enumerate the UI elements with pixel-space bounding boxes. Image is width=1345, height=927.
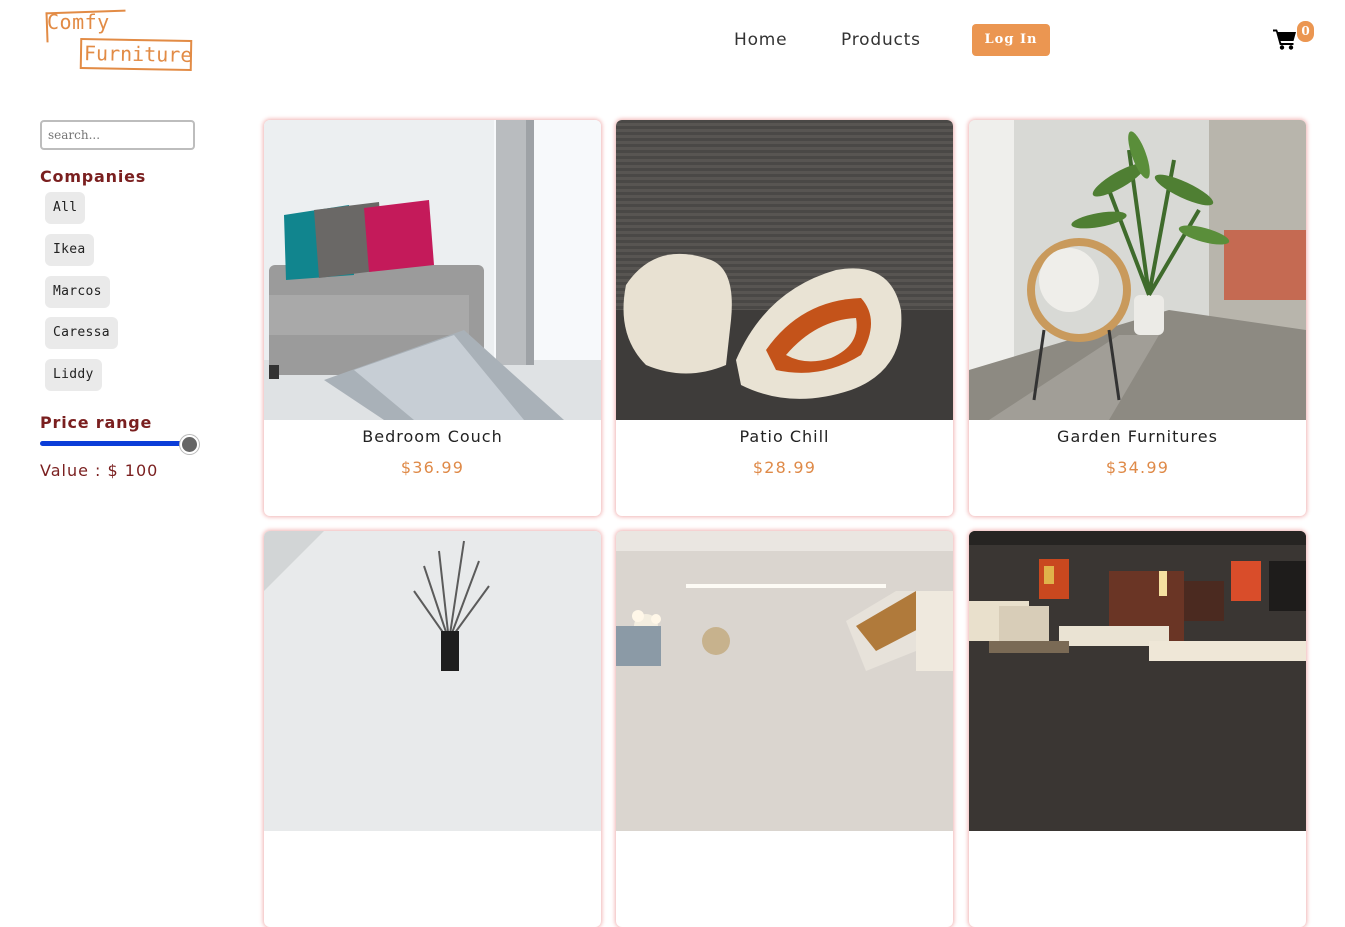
- logo-line-1: Comfy: [47, 10, 110, 34]
- logo-line-2: Furniture: [79, 38, 193, 71]
- product-card[interactable]: [264, 531, 601, 927]
- product-card[interactable]: Garden Furnitures $34.99: [969, 120, 1306, 516]
- price-range-heading: Price range: [40, 413, 153, 432]
- login-button[interactable]: Log In: [972, 24, 1050, 56]
- companies-heading: Companies: [40, 167, 147, 186]
- company-filter-ikea[interactable]: Ikea: [45, 234, 94, 266]
- company-filter-marcos[interactable]: Marcos: [45, 276, 110, 308]
- cart-button[interactable]: 0: [1273, 20, 1317, 54]
- search-input[interactable]: [40, 120, 195, 150]
- product-price: $34.99: [1105, 458, 1170, 477]
- product-image[interactable]: [969, 531, 1306, 831]
- company-filter-all[interactable]: All: [45, 192, 86, 224]
- product-card[interactable]: [969, 531, 1306, 927]
- slider-track: [40, 441, 190, 446]
- product-image[interactable]: [264, 120, 601, 420]
- company-filter-liddy[interactable]: Liddy: [45, 359, 102, 391]
- product-card[interactable]: Bedroom Couch $36.99: [264, 120, 601, 516]
- price-range-slider[interactable]: [40, 435, 200, 454]
- product-image[interactable]: [969, 120, 1306, 420]
- cart-icon: [1273, 29, 1296, 50]
- product-image[interactable]: [264, 531, 601, 831]
- product-price: $28.99: [752, 458, 817, 477]
- product-image[interactable]: [616, 120, 953, 420]
- navbar: Comfy Furniture Home Products Log In 0: [0, 0, 1345, 80]
- product-name: Garden Furnitures: [1057, 427, 1218, 446]
- brand-logo[interactable]: Comfy Furniture: [45, 9, 193, 72]
- product-image[interactable]: [616, 531, 953, 831]
- company-filter-caressa[interactable]: Caressa: [45, 317, 118, 349]
- product-card[interactable]: [616, 531, 953, 927]
- cart-count-badge: 0: [1297, 21, 1314, 42]
- product-name: Patio Chill: [739, 427, 830, 446]
- slider-thumb[interactable]: [180, 435, 199, 454]
- product-price: $36.99: [400, 458, 465, 477]
- nav-products-link[interactable]: Products: [841, 30, 921, 50]
- nav-home-link[interactable]: Home: [734, 30, 787, 50]
- product-name: Bedroom Couch: [362, 427, 503, 446]
- price-value-label: Value : $ 100: [40, 461, 159, 480]
- product-card[interactable]: Patio Chill $28.99: [616, 120, 953, 516]
